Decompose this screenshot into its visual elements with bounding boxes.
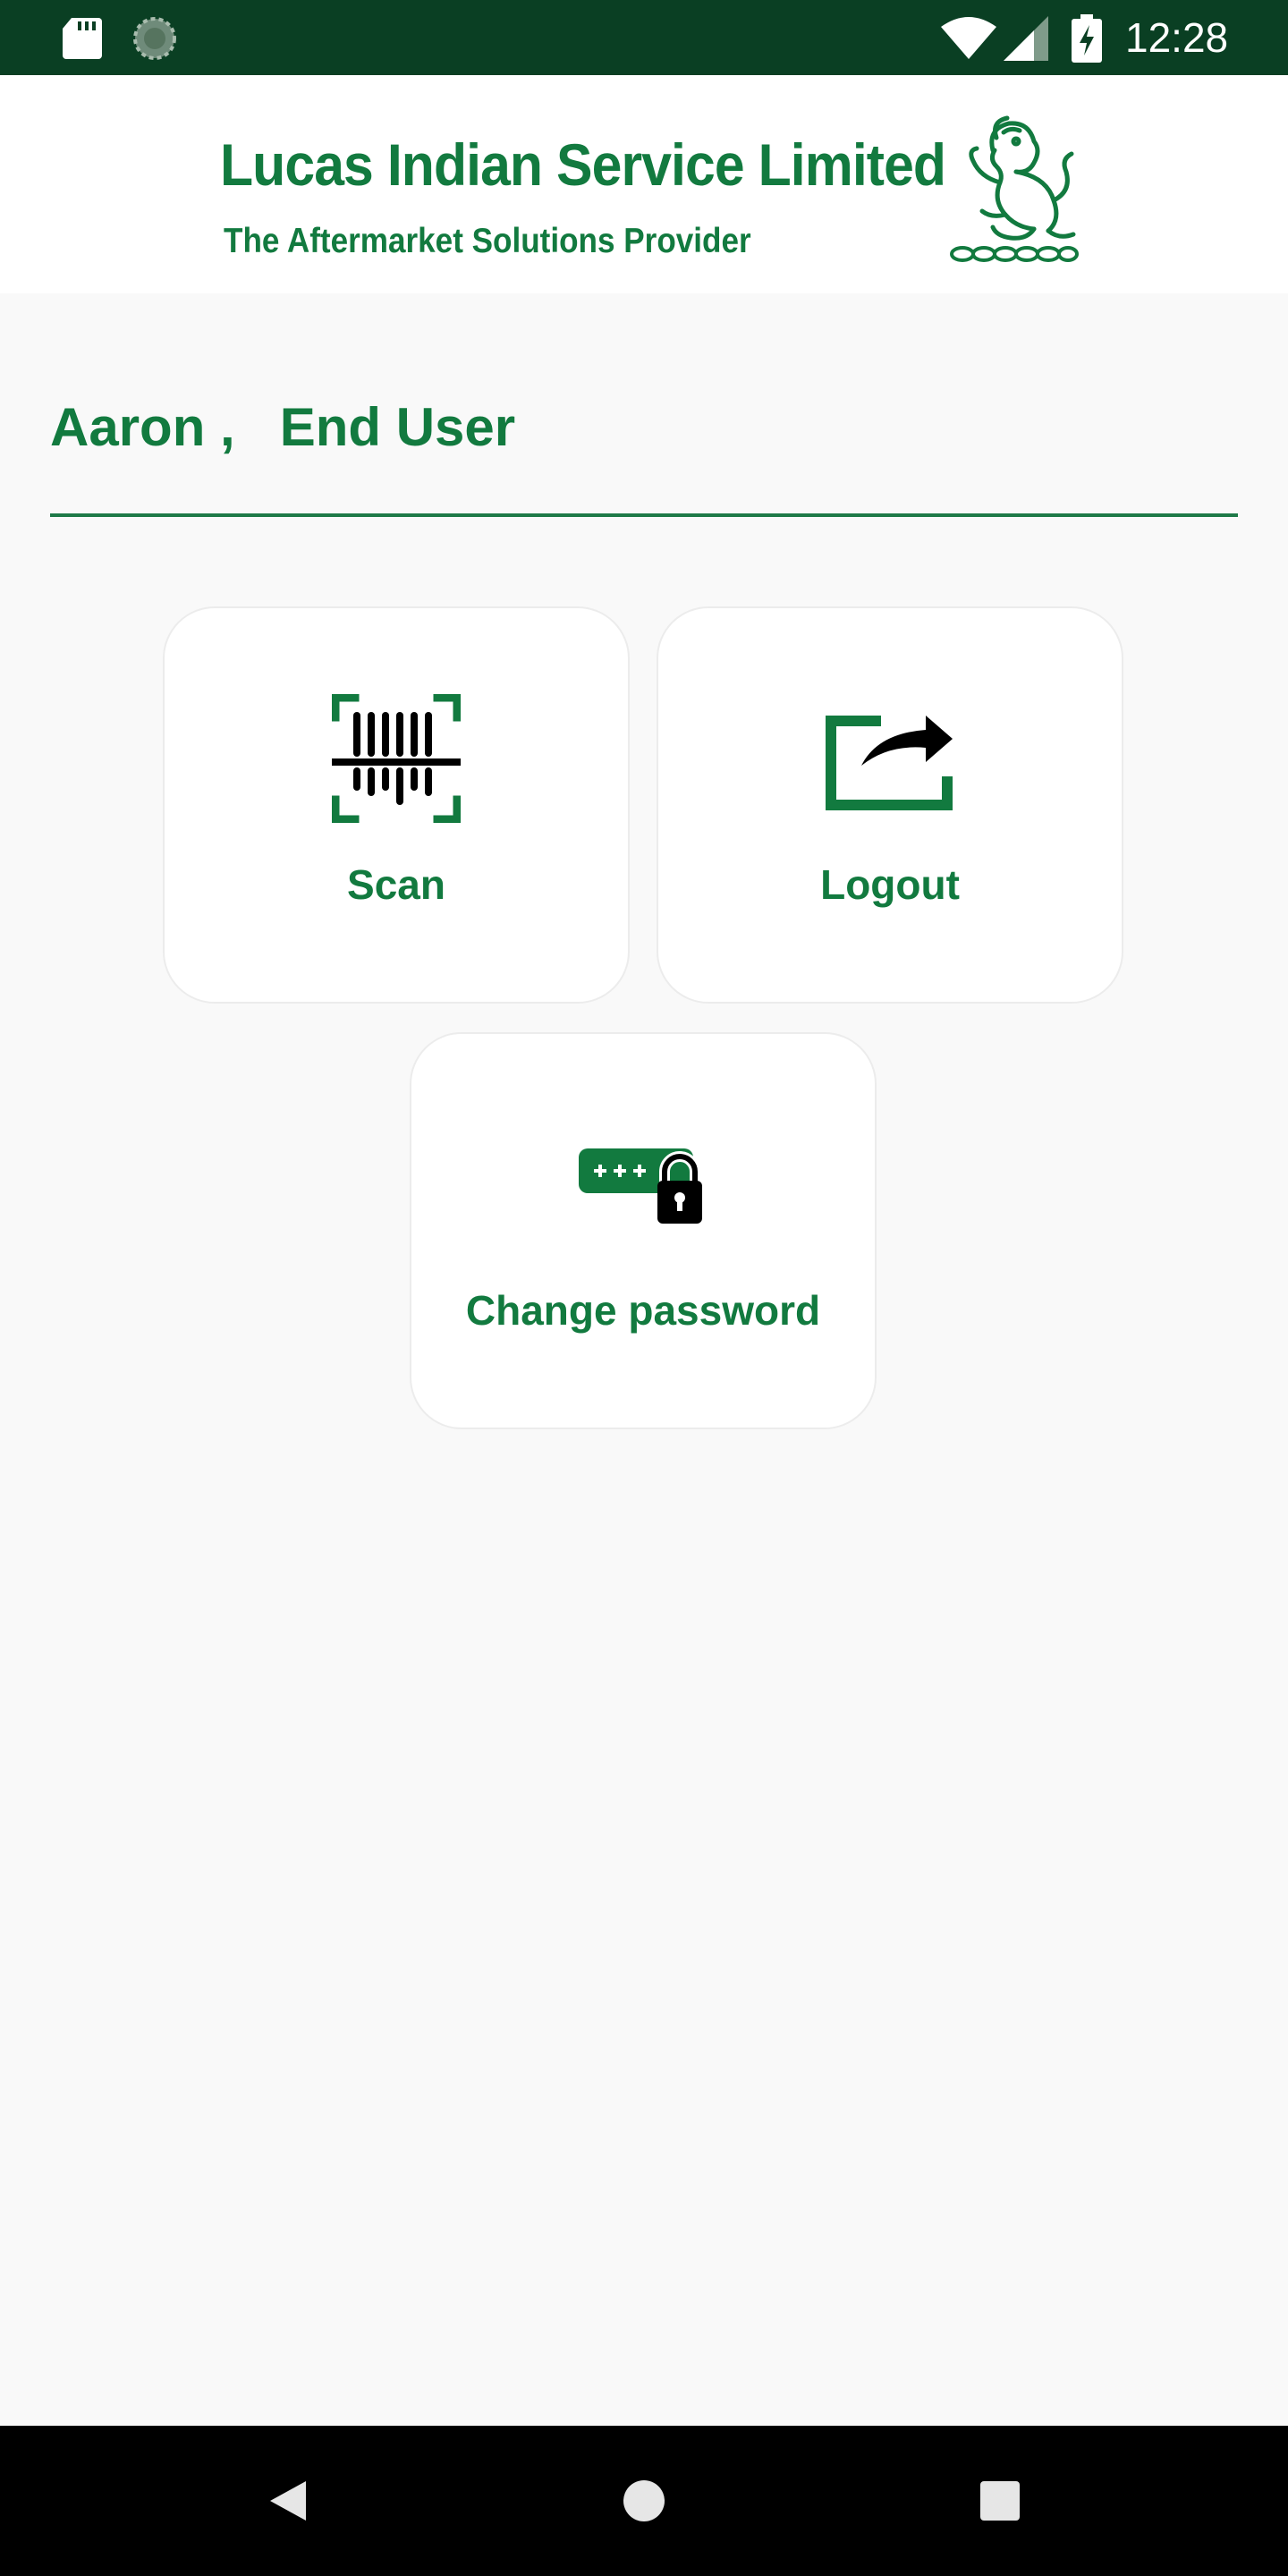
lion-emblem-icon: [941, 114, 1080, 273]
home-icon[interactable]: [612, 2469, 676, 2533]
scan-tile[interactable]: Scan: [163, 606, 630, 1004]
wifi-icon: [941, 16, 996, 64]
greeting-separator: ,: [205, 397, 280, 457]
user-greeting: Aaron , End User: [50, 392, 515, 463]
back-icon[interactable]: [256, 2469, 320, 2533]
recents-icon[interactable]: [968, 2469, 1032, 2533]
user-role: End User: [279, 397, 516, 457]
user-name: Aaron: [50, 397, 206, 457]
sync-icon: [132, 16, 177, 65]
greeting-divider: [50, 513, 1238, 517]
battery-charging-icon: [1072, 14, 1102, 67]
navigation-bar: [0, 2426, 1288, 2576]
change-password-label: Change password: [465, 1287, 821, 1334]
sd-card-icon: [63, 18, 102, 64]
signal-icon: [1004, 16, 1048, 65]
logout-label: Logout: [820, 861, 960, 908]
scan-label: Scan: [347, 861, 445, 908]
status-bar: 12:28: [0, 0, 1288, 75]
logo-header: Lucas Indian Service Limited The Afterma…: [0, 75, 1288, 293]
logout-tile[interactable]: Logout: [657, 606, 1123, 1004]
change-password-tile[interactable]: Change password: [410, 1032, 877, 1429]
password-lock-icon: [411, 1141, 875, 1224]
logo-tagline: The Aftermarket Solutions Provider: [224, 222, 751, 260]
status-clock: 12:28: [1125, 14, 1229, 61]
share-arrow-icon: [658, 703, 1122, 814]
barcode-scan-icon: [165, 694, 628, 823]
logo-title: Lucas Indian Service Limited: [220, 131, 946, 198]
